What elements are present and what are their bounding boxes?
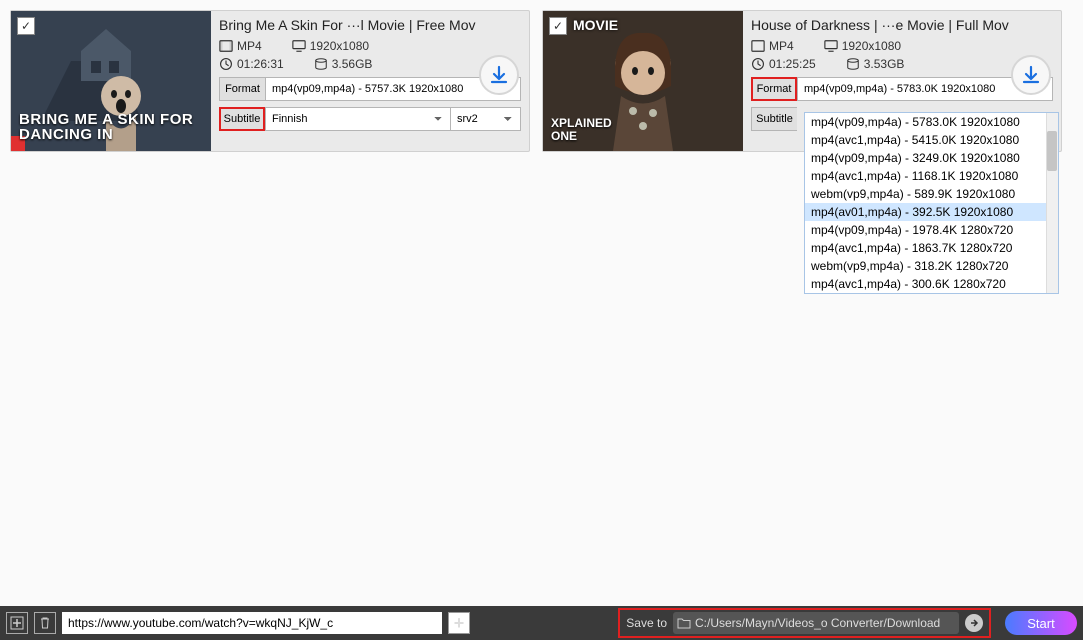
- film-icon: [219, 39, 233, 53]
- duration-meta: 01:25:25: [751, 57, 816, 71]
- format-label: Format: [219, 77, 265, 101]
- container-meta: MP4: [751, 39, 794, 53]
- browse-button[interactable]: [965, 614, 983, 632]
- download-button[interactable]: [1011, 55, 1051, 95]
- resolution-meta: 1920x1080: [824, 39, 901, 53]
- format-option[interactable]: webm(vp9,mp4a) - 318.2K 1280x720: [805, 257, 1058, 275]
- format-label: Format: [751, 77, 797, 101]
- download-icon: [1021, 65, 1041, 85]
- format-option[interactable]: mp4(vp09,mp4a) - 3249.0K 1920x1080: [805, 149, 1058, 167]
- download-icon: [489, 65, 509, 85]
- format-option[interactable]: mp4(avc1,mp4a) - 300.6K 1280x720: [805, 275, 1058, 293]
- format-option[interactable]: mp4(avc1,mp4a) - 1863.7K 1280x720: [805, 239, 1058, 257]
- url-input[interactable]: [62, 612, 442, 634]
- clock-icon: [219, 57, 233, 71]
- clock-icon: [751, 57, 765, 71]
- thumb-badge: MOVIE: [573, 17, 618, 33]
- video-title: House of Darkness | ···e Movie | Full Mo…: [751, 17, 1053, 33]
- format-option[interactable]: mp4(av01,mp4a) - 392.5K 1920x1080: [805, 203, 1058, 221]
- video-title: Bring Me A Skin For ···l Movie | Free Mo…: [219, 17, 521, 33]
- format-dropdown[interactable]: mp4(vp09,mp4a) - 5783.0K 1920x1080mp4(av…: [804, 112, 1059, 294]
- thumbnail[interactable]: ✓ MOVIE XPLAINED ONE: [543, 11, 743, 151]
- resolution-meta: 1920x1080: [292, 39, 369, 53]
- save-to-group: Save to: [618, 608, 991, 638]
- plus-box-icon: [10, 616, 24, 630]
- scrollbar-thumb[interactable]: [1047, 131, 1057, 171]
- trash-icon: [38, 616, 52, 630]
- monitor-icon: [824, 39, 838, 53]
- select-checkbox[interactable]: ✓: [549, 17, 567, 35]
- footer-bar: + Save to Start: [0, 606, 1083, 640]
- container-meta: MP4: [219, 39, 262, 53]
- monitor-icon: [292, 39, 306, 53]
- download-button[interactable]: [479, 55, 519, 95]
- format-option[interactable]: mp4(vp09,mp4a) - 1978.4K 1280x720: [805, 221, 1058, 239]
- scrollbar-track[interactable]: [1046, 113, 1058, 293]
- disk-icon: [314, 57, 328, 71]
- start-button[interactable]: Start: [1005, 611, 1077, 635]
- film-icon: [751, 39, 765, 53]
- subtitle-lang-select[interactable]: Finnish: [265, 107, 451, 131]
- format-option[interactable]: mp4(avc1,mp4a) - 1168.1K 1920x1080: [805, 167, 1058, 185]
- thumb-caption: BRING ME A SKIN FOR DANCING IN: [19, 112, 203, 144]
- save-to-label: Save to: [626, 616, 667, 630]
- subtitle-label: Subtitle: [219, 107, 265, 131]
- format-option[interactable]: webm(vp9,mp4a) - 589.9K 1920x1080: [805, 185, 1058, 203]
- folder-icon: [677, 616, 691, 630]
- delete-button[interactable]: [34, 612, 56, 634]
- add-url-button[interactable]: +: [448, 612, 470, 634]
- format-option[interactable]: mp4(avc1,mp4a) - 5415.0K 1920x1080: [805, 131, 1058, 149]
- duration-meta: 01:26:31: [219, 57, 284, 71]
- subtitle-label: Subtitle: [751, 107, 797, 131]
- thumb-caption: XPLAINED ONE: [551, 117, 612, 143]
- format-option[interactable]: mp4(vp09,mp4a) - 5783.0K 1920x1080: [805, 113, 1058, 131]
- thumbnail[interactable]: ✓ BRING ME A SKIN FOR DANCING IN: [11, 11, 211, 151]
- add-task-button[interactable]: [6, 612, 28, 634]
- video-card: ✓ BRING ME A SKIN FOR DANCING IN Bring M…: [10, 10, 530, 152]
- save-path-input[interactable]: [695, 616, 955, 630]
- subtitle-format-select[interactable]: srv2: [451, 107, 521, 131]
- size-meta: 3.56GB: [314, 57, 373, 71]
- disk-icon: [846, 57, 860, 71]
- select-checkbox[interactable]: ✓: [17, 17, 35, 35]
- arrow-right-icon: [969, 618, 979, 628]
- size-meta: 3.53GB: [846, 57, 905, 71]
